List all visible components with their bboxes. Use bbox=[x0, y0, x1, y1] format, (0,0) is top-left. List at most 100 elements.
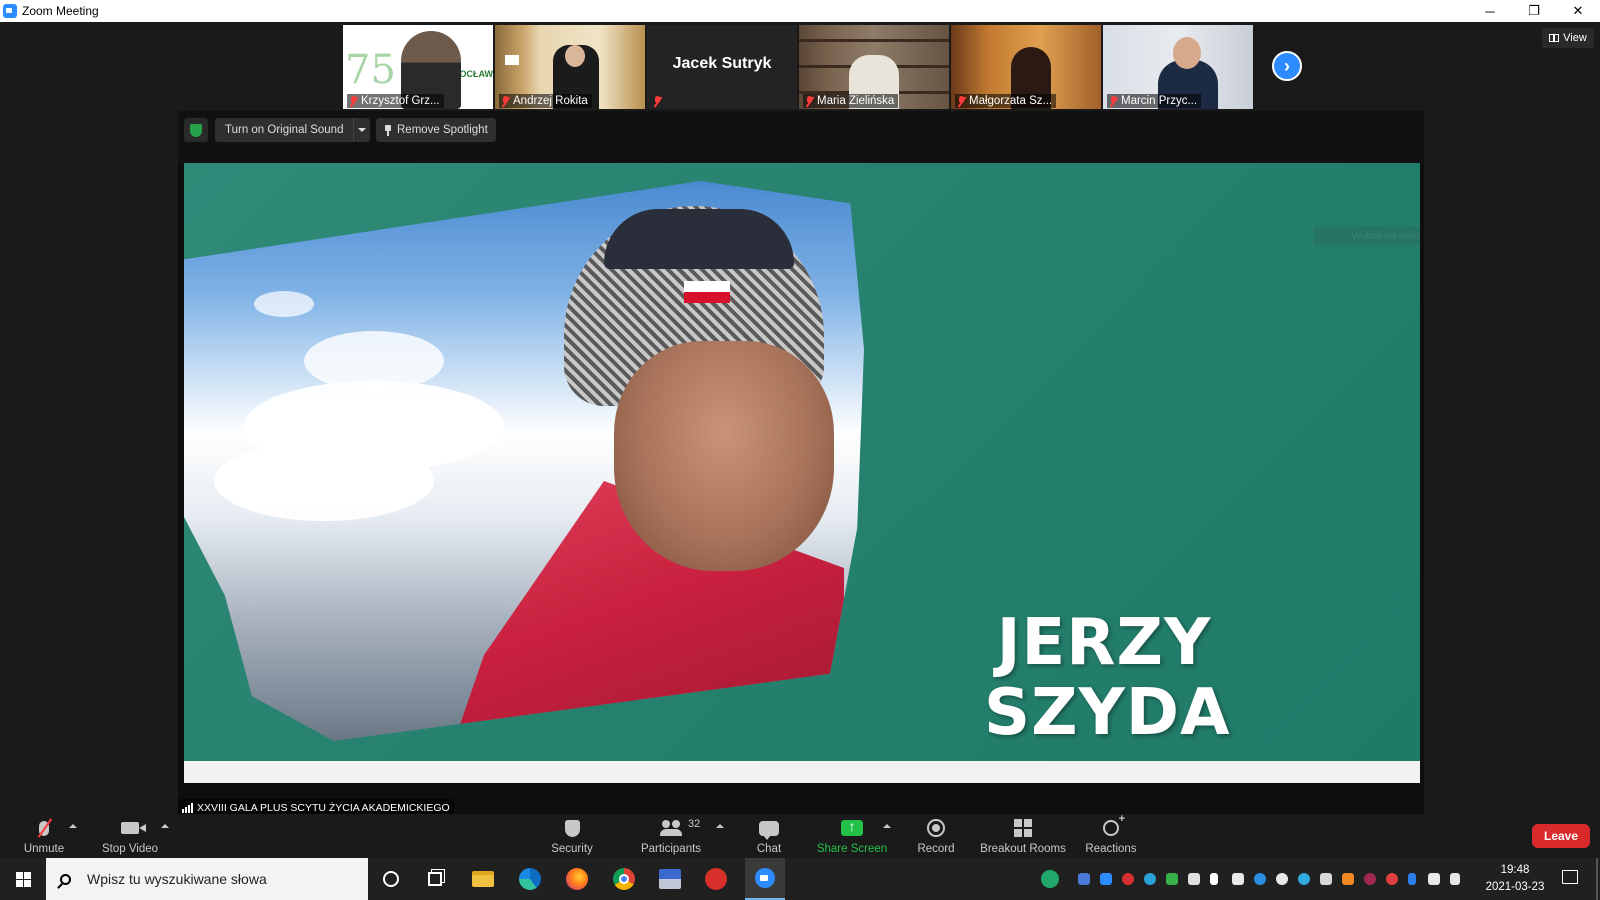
zoom-icon bbox=[755, 868, 775, 888]
awf-logo-number: 75 bbox=[345, 47, 396, 93]
bluetooth-icon[interactable] bbox=[1408, 873, 1416, 885]
tray-app-icon[interactable] bbox=[1364, 873, 1376, 885]
video-options-chevron-up-icon[interactable] bbox=[161, 824, 169, 828]
cortana-button[interactable] bbox=[378, 866, 404, 892]
share-options-chevron-up-icon[interactable] bbox=[883, 824, 891, 828]
cortana-icon bbox=[383, 871, 399, 887]
participant-name: Małgorzata Sz... bbox=[969, 95, 1053, 107]
minimize-button[interactable]: ─ bbox=[1468, 0, 1512, 22]
participant-name-label: Marcin Przyc... bbox=[1107, 94, 1202, 108]
task-view-button[interactable] bbox=[422, 866, 448, 892]
remove-spotlight-label: Remove Spotlight bbox=[397, 124, 488, 136]
clock-date: 2021-03-23 bbox=[1485, 881, 1545, 893]
flag-badge bbox=[684, 281, 730, 303]
tray-app-icon[interactable] bbox=[1232, 873, 1244, 885]
chrome-button[interactable] bbox=[611, 866, 637, 892]
taskbar-clock[interactable]: 19:48 2021-03-23 bbox=[1478, 862, 1552, 896]
tray-app-icon[interactable] bbox=[1320, 873, 1332, 885]
mic-muted-icon bbox=[349, 95, 358, 107]
participant-name-label: Andrzej Rokita bbox=[499, 94, 592, 108]
record-icon bbox=[927, 819, 945, 837]
participant-tile[interactable]: Andrzej Rokita bbox=[495, 25, 645, 109]
tray-app-icon[interactable] bbox=[1078, 873, 1090, 885]
tray-app-icon[interactable] bbox=[1041, 870, 1059, 888]
start-button[interactable] bbox=[0, 858, 46, 900]
network-icon[interactable] bbox=[1428, 873, 1440, 885]
tray-app-icon[interactable] bbox=[1188, 873, 1200, 885]
participant-tile[interactable]: Małgorzata Sz... bbox=[951, 25, 1101, 109]
notifications-icon[interactable] bbox=[1562, 870, 1578, 884]
tray-app-icon[interactable] bbox=[1166, 873, 1178, 885]
unmute-button[interactable]: Unmute bbox=[20, 814, 68, 858]
app-icon bbox=[659, 869, 681, 889]
camera-icon bbox=[121, 822, 146, 834]
volume-icon[interactable] bbox=[1450, 873, 1460, 885]
security-shield-icon bbox=[564, 819, 580, 837]
speaker-name-overlay: JERZY SZYDA bbox=[984, 608, 1231, 750]
firefox-button[interactable] bbox=[564, 866, 590, 892]
participant-tile[interactable]: Jacek Sutryk bbox=[647, 25, 797, 109]
restore-button[interactable]: ❐ bbox=[1512, 0, 1556, 22]
onedrive-icon[interactable] bbox=[1254, 873, 1266, 885]
view-label: View bbox=[1563, 32, 1587, 44]
windows-logo-icon bbox=[15, 871, 31, 887]
audio-options-chevron-up-icon[interactable] bbox=[69, 824, 77, 828]
edge-icon bbox=[519, 868, 541, 890]
tray-app-icon[interactable] bbox=[1144, 873, 1156, 885]
bookshelf bbox=[799, 39, 949, 42]
record-button[interactable]: Record bbox=[913, 814, 959, 858]
app-button[interactable] bbox=[703, 866, 729, 892]
tray-app-icon[interactable] bbox=[1298, 873, 1310, 885]
next-page-button[interactable]: › bbox=[1272, 51, 1302, 81]
participant-tile[interactable]: 75 AWF WROCŁAW Krzysztof Grz... bbox=[343, 25, 493, 109]
app-button[interactable] bbox=[657, 866, 683, 892]
participants-button[interactable]: 32 Participants bbox=[638, 814, 704, 858]
cloud-icon[interactable] bbox=[1276, 873, 1288, 885]
clock-time: 19:48 bbox=[1500, 864, 1530, 876]
tray-app-icon[interactable] bbox=[1342, 873, 1354, 885]
view-button[interactable]: View bbox=[1542, 28, 1594, 48]
participant-name-label bbox=[651, 95, 669, 108]
tray-app-icon[interactable] bbox=[1210, 873, 1218, 885]
tray-app-icon[interactable] bbox=[1122, 873, 1134, 885]
tray-zoom-icon[interactable] bbox=[1100, 873, 1112, 885]
encryption-shield-icon[interactable] bbox=[184, 118, 208, 142]
chat-button[interactable]: Chat bbox=[748, 814, 790, 858]
reactions-button[interactable]: Reactions bbox=[1084, 813, 1138, 858]
original-sound-control: Turn on Original Sound bbox=[215, 118, 371, 142]
security-button[interactable]: Security bbox=[546, 814, 598, 858]
edge-button[interactable] bbox=[517, 866, 543, 892]
share-screen-button[interactable]: Share Screen bbox=[816, 814, 888, 858]
mic-muted-icon bbox=[501, 95, 510, 107]
participant-tile[interactable]: Marcin Przyc... bbox=[1103, 25, 1253, 109]
signal-bars-icon bbox=[182, 802, 193, 813]
speaker-last-name: SZYDA bbox=[984, 676, 1231, 750]
leave-button[interactable]: Leave bbox=[1532, 824, 1590, 848]
close-button[interactable]: ✕ bbox=[1556, 0, 1600, 22]
stop-video-button[interactable]: Stop Video bbox=[98, 814, 162, 858]
share-screen-icon bbox=[841, 818, 863, 836]
zoom-app-icon bbox=[3, 4, 17, 18]
search-input[interactable] bbox=[85, 870, 349, 888]
portrait-photo bbox=[184, 181, 864, 741]
zoom-taskbar-button[interactable] bbox=[745, 858, 785, 900]
spotlight-video: Wolbał na wokół ołowny JERZY SZYDA bbox=[184, 163, 1420, 783]
remove-spotlight-button[interactable]: Remove Spotlight bbox=[376, 118, 496, 142]
participant-face bbox=[565, 45, 585, 67]
tray-app-icon[interactable] bbox=[1386, 873, 1398, 885]
breakout-rooms-button[interactable]: Breakout Rooms bbox=[979, 814, 1067, 858]
participants-chevron-up-icon[interactable] bbox=[716, 824, 724, 828]
participant-name-label: Krzysztof Grz... bbox=[347, 94, 444, 108]
file-explorer-button[interactable] bbox=[470, 866, 496, 892]
original-sound-button[interactable]: Turn on Original Sound bbox=[215, 118, 354, 142]
cloud bbox=[304, 331, 444, 391]
taskbar-search[interactable] bbox=[46, 858, 368, 900]
participant-tile[interactable]: Maria Zielińska bbox=[799, 25, 949, 109]
cloud bbox=[214, 441, 434, 521]
original-sound-dropdown[interactable] bbox=[353, 118, 371, 142]
participant-name: Krzysztof Grz... bbox=[361, 95, 440, 107]
participant-name: Marcin Przyc... bbox=[1121, 95, 1198, 107]
participant-face bbox=[1173, 37, 1201, 69]
show-desktop-button[interactable] bbox=[1596, 858, 1598, 900]
share-screen-label: Share Screen bbox=[816, 843, 888, 855]
